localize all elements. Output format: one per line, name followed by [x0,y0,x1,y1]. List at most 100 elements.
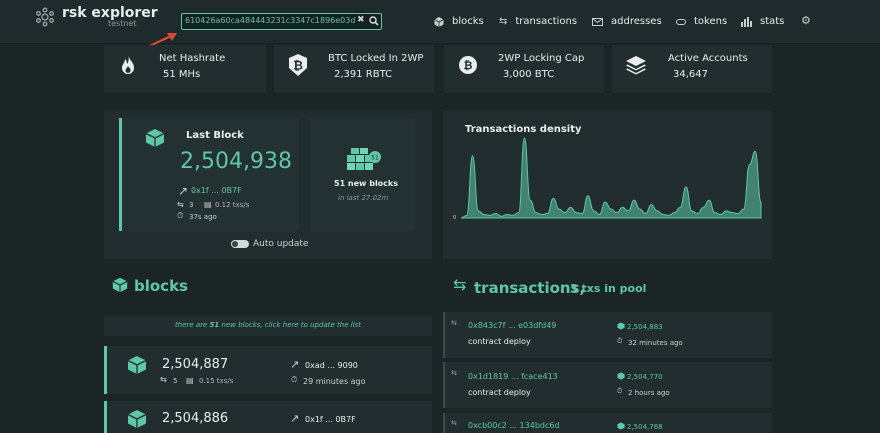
cube-icon [127,356,147,374]
block-miner[interactable]: 0xad ... 9090 [305,361,358,370]
nav-blocks[interactable]: blocks [434,16,484,27]
miner-arrow-icon: ↗ [290,358,300,371]
cube-icon [145,129,165,147]
stopwatch-icon: ⏱ [177,211,184,220]
tx-hash[interactable]: 0x1d1819 ... fcace413 [468,372,558,381]
notice-count[interactable]: 51 [210,321,220,329]
transfer-icon: ⇆ [453,275,467,294]
search-icon[interactable] [369,16,379,26]
bitcoin-coin-icon: ₿ [459,56,477,74]
density-y-label: 0 [453,215,457,221]
new-blocks-card[interactable] [310,118,415,231]
stopwatch-icon: ⏱ [617,337,623,345]
new-blocks-label: 51 new blocks [334,179,399,188]
nav-tokens[interactable]: tokens [676,16,727,27]
cube-icon [617,322,625,330]
tx-age: 32 minutes ago [628,339,683,347]
new-blocks-badge: 51 [371,154,379,161]
stat-card-btc-locked: ₿ BTC Locked In 2WP 2,391 RBTC [274,45,434,93]
block-rate: 0.15 txs/s [199,377,234,385]
new-blocks-notice[interactable]: there are 51 new blocks, click here to u… [104,316,432,336]
nav-stats-label[interactable]: stats [760,16,784,27]
block-number[interactable]: 2,504,886 [162,411,228,426]
notice-text[interactable]: new blocks, click here to update the lis… [219,321,362,329]
svg-text:₿: ₿ [464,59,473,72]
stat-card-hashrate: Net Hashrate 51 MHs [104,45,266,93]
stat-value: 2,391 RBTC [334,69,393,80]
stat-card-active-accounts: Active Accounts 34,647 [612,45,772,93]
tx-block[interactable]: 2,504,883 [627,323,663,331]
envelope-icon [592,17,603,26]
block-number[interactable]: 2,504,887 [162,357,228,372]
auto-update-toggle[interactable] [231,240,249,248]
clear-icon[interactable]: ✖ [357,15,365,25]
block-miner[interactable]: 0x1f ... 0B7F [305,415,356,424]
last-block-txs: 3 [189,201,194,209]
database-icon: ▤ [186,376,194,385]
stat-card-locking-cap: ₿ 2WP Locking Cap 3,000 BTC [444,45,604,93]
nav-transactions[interactable]: ⇆ transactions [499,16,577,27]
cube-icon [127,410,147,428]
notice-text[interactable]: there are [175,321,210,329]
transfer-icon: ⇆ [177,200,184,209]
stat-label: Active Accounts [668,53,748,64]
list-item[interactable] [443,362,772,408]
token-icon [676,18,686,25]
miner-arrow-icon: ↗ [290,412,300,425]
last-block-age: 37s ago [189,213,217,221]
new-blocks-sub: in last 27.02m [338,194,389,202]
nav-stats[interactable]: stats [741,16,784,27]
tx-pool-count[interactable]: 3 txs in pool [570,282,646,295]
transfer-icon: ⇆ [451,319,457,327]
nav-addresses[interactable]: addresses [592,16,662,27]
last-block-number[interactable]: 2,504,938 [180,149,292,174]
tx-hash[interactable]: 0xcb00c2 ... 134bdc6d [468,421,560,430]
svg-text:₿: ₿ [293,59,303,73]
table-row[interactable] [104,346,432,394]
transfer-icon: ⇆ [451,419,457,427]
last-block-title: Last Block [186,130,244,141]
density-area [460,137,762,219]
stat-label: 2WP Locking Cap [498,53,585,64]
tx-type: contract deploy [468,388,531,397]
density-chart [460,137,762,219]
database-icon: ▤ [204,200,212,209]
tx-block[interactable]: 2,504,768 [627,423,663,431]
fire-icon [122,55,134,74]
last-block-miner[interactable]: 0x1f ... 0B7F [191,186,242,195]
bitcoin-icon: ₿ [289,54,307,76]
gear-icon[interactable]: ⚙ [801,14,811,27]
cube-icon [617,372,625,380]
table-row[interactable] [104,401,432,433]
stat-value: 51 MHs [163,69,201,80]
last-block-txs-rate: 0.12 txs/s [215,201,250,209]
blocks-section-title: blocks [134,277,188,295]
nav-addresses-label[interactable]: addresses [611,16,662,27]
stat-label: BTC Locked In 2WP [328,53,424,64]
stopwatch-icon: ⏱ [291,375,298,384]
stat-value: 3,000 BTC [503,69,555,80]
miner-arrow-icon: ↗ [178,184,189,198]
auto-update-label: Auto update [253,239,309,249]
tx-hash[interactable]: 0x843c7f ... e03dfd49 [468,321,556,330]
search-value[interactable]: 610426a60ca484443231c3347c1896e03dfd45 [185,16,355,25]
nav-transactions-label[interactable]: transactions [515,16,577,27]
transfer-icon: ⇆ [160,375,167,384]
nav-blocks-label[interactable]: blocks [452,16,484,27]
nav-tokens-label[interactable]: tokens [694,16,727,27]
transfer-icon: ⇆ [451,369,457,377]
block-txs: 5 [173,377,178,385]
rsk-logo-icon[interactable] [35,7,55,27]
tx-block[interactable]: 2,504,770 [627,373,663,381]
tx-age: 2 hours ago [628,389,670,397]
transfer-icon: ⇆ [499,16,508,27]
stat-label: Net Hashrate [159,53,226,64]
network-label: testnet [108,19,137,28]
list-item[interactable] [443,312,772,358]
bar-chart-icon [741,16,752,27]
layers-icon [626,56,646,75]
stopwatch-icon: ⏱ [617,387,623,395]
search-input[interactable]: 610426a60ca484443231c3347c1896e03dfd45 ✖ [181,13,382,30]
tx-type: contract deploy [468,337,531,346]
cube-icon [112,277,128,293]
